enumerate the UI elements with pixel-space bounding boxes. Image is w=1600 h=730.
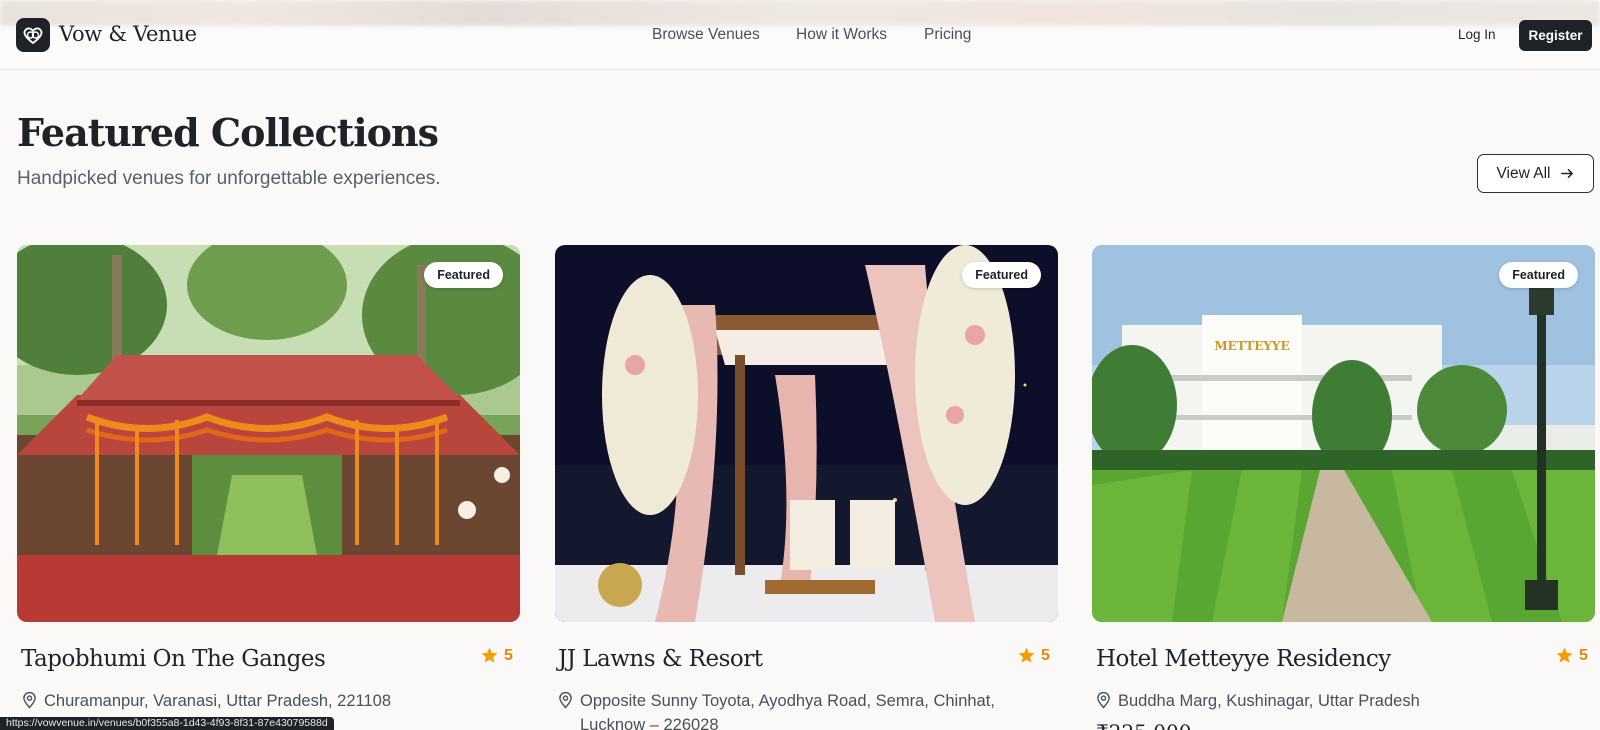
login-link[interactable]: Log In (1458, 27, 1496, 42)
rating-value: 5 (1041, 646, 1050, 664)
featured-badge: Featured (1499, 262, 1578, 288)
venue-location: Opposite Sunny Toyota, Ayodhya Road, Sem… (558, 689, 1038, 730)
header-background-strip (0, 0, 1600, 26)
rating-value: 5 (504, 646, 513, 664)
map-pin-icon (1097, 692, 1110, 709)
venue-location: Churamanpur, Varanasi, Uttar Pradesh, 22… (22, 689, 391, 713)
nav-how-it-works[interactable]: How it Works (796, 26, 887, 44)
venue-title[interactable]: Hotel Metteyye Residency (1096, 646, 1391, 672)
featured-badge: Featured (962, 262, 1041, 288)
venue-title[interactable]: JJ Lawns & Resort (558, 646, 763, 672)
status-bar-url: https://vowvenue.in/venues/b0f355a8-1d43… (0, 717, 334, 730)
section-subtitle: Handpicked venues for unforgettable expe… (17, 168, 441, 189)
map-pin-icon (559, 692, 572, 709)
location-text: Buddha Marg, Kushinagar, Uttar Pradesh (1118, 692, 1420, 710)
venue-rating: 5 (480, 646, 513, 665)
star-icon (1556, 647, 1573, 663)
venue-rating: 5 (1555, 646, 1588, 665)
map-pin-icon (23, 692, 36, 709)
nav-pricing[interactable]: Pricing (924, 26, 971, 44)
section-title: Featured Collections (17, 110, 439, 155)
register-button[interactable]: Register (1519, 20, 1592, 51)
rating-value: 5 (1579, 646, 1588, 664)
venue-image-hotel-metteyye[interactable]: METTEYYE Featured (1092, 245, 1595, 622)
location-text: Churamanpur, Varanasi, Uttar Pradesh, 22… (44, 692, 392, 710)
nav-browse-venues[interactable]: Browse Venues (652, 26, 760, 44)
venue-location: Buddha Marg, Kushinagar, Uttar Pradesh (1096, 689, 1420, 713)
view-all-label: View All (1496, 164, 1551, 182)
location-text: Opposite Sunny Toyota, Ayodhya Road, Sem… (580, 692, 995, 730)
svg-text:METTEYYE: METTEYYE (1214, 339, 1289, 353)
venue-rating: 5 (1017, 646, 1050, 665)
venue-title[interactable]: Tapobhumi On The Ganges (21, 646, 326, 672)
star-icon (481, 647, 498, 663)
featured-badge: Featured (424, 262, 503, 288)
venue-price: ₹225,000 (1096, 720, 1191, 730)
venue-image-tapobhumi[interactable]: Featured (17, 245, 520, 622)
arrow-right-icon (1560, 169, 1573, 178)
logo-icon[interactable] (16, 18, 50, 52)
site-header: Vow & Venue Browse Venues How it Works P… (0, 0, 1600, 70)
view-all-button[interactable]: View All (1477, 154, 1594, 193)
star-icon (1018, 647, 1035, 663)
brand-name[interactable]: Vow & Venue (59, 22, 197, 46)
venue-image-jj-lawns[interactable]: Featured (555, 245, 1058, 622)
